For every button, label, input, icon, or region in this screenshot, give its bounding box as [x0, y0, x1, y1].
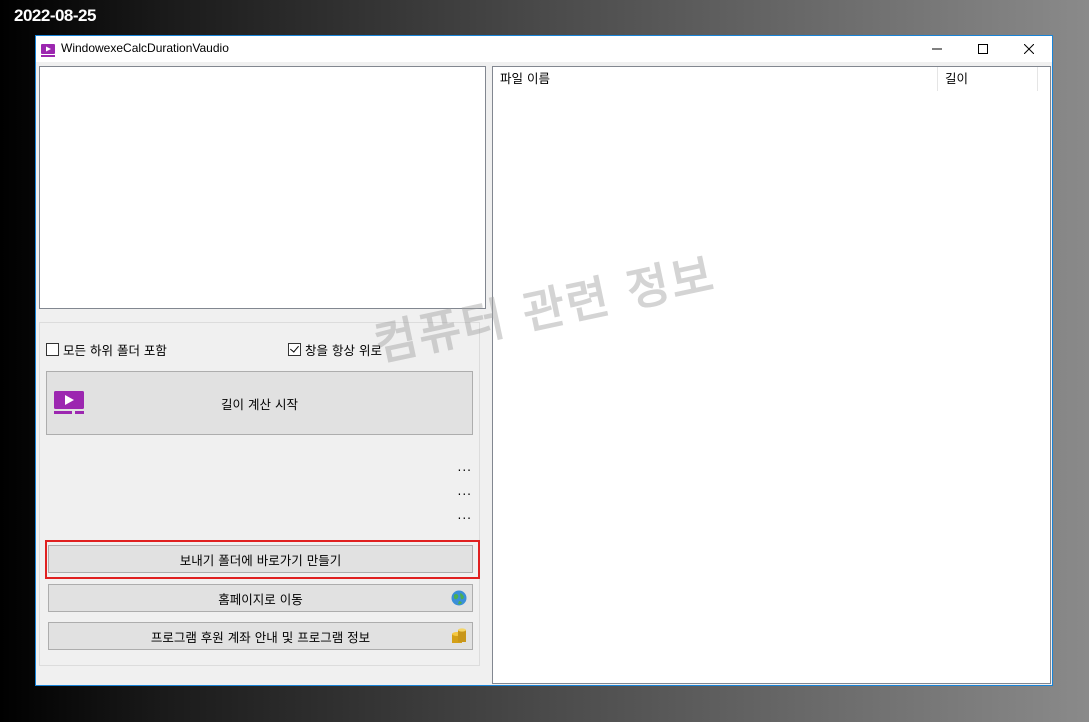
homepage-button[interactable]: 홈페이지로 이동: [48, 584, 473, 612]
send-to-shortcut-label: 보내기 폴더에 바로가기 만들기: [179, 552, 342, 568]
start-calc-label: 길이 계산 시작: [221, 397, 298, 412]
close-icon: [1024, 44, 1034, 54]
preview-box[interactable]: [39, 66, 486, 309]
globe-icon: [451, 590, 467, 609]
always-on-top-label: 창을 항상 위로: [305, 343, 382, 358]
date-stamp: 2022-08-25: [14, 6, 96, 25]
close-button[interactable]: [1006, 36, 1052, 62]
checkbox-checked[interactable]: [288, 343, 301, 356]
status-line-2: ...: [457, 484, 472, 498]
donate-info-label: 프로그램 후원 계좌 안내 및 프로그램 정보: [150, 629, 371, 645]
always-on-top-checkbox[interactable]: 창을 항상 위로: [288, 340, 382, 359]
window-title: WindowexeCalcDurationVaudio: [61, 41, 229, 55]
status-line-3: ...: [457, 508, 472, 522]
title-bar[interactable]: WindowexeCalcDurationVaudio: [36, 36, 1052, 62]
include-subfolders-checkbox[interactable]: 모든 하위 폴더 포함: [46, 340, 167, 359]
file-list[interactable]: 파일 이름 길이: [492, 66, 1051, 684]
maximize-button[interactable]: [960, 36, 1006, 62]
homepage-label: 홈페이지로 이동: [218, 591, 303, 607]
minimize-icon: [932, 48, 942, 50]
minimize-button[interactable]: [914, 36, 960, 62]
include-subfolders-label: 모든 하위 폴더 포함: [63, 343, 167, 358]
list-header: 파일 이름 길이: [493, 67, 1050, 91]
column-header-length[interactable]: 길이: [938, 67, 1038, 91]
column-header-filename[interactable]: 파일 이름: [493, 67, 938, 91]
donate-info-button[interactable]: 프로그램 후원 계좌 안내 및 프로그램 정보: [48, 622, 473, 650]
status-line-1: ...: [457, 460, 472, 474]
send-to-shortcut-button[interactable]: 보내기 폴더에 바로가기 만들기: [48, 545, 473, 573]
app-video-icon: [41, 42, 55, 57]
coins-icon: [451, 628, 467, 647]
start-calc-button[interactable]: 길이 계산 시작: [46, 371, 473, 435]
app-window: WindowexeCalcDurationVaudio 모든 하위 폴더 포함 …: [35, 35, 1053, 686]
maximize-icon: [978, 44, 988, 54]
checkbox-unchecked[interactable]: [46, 343, 59, 356]
